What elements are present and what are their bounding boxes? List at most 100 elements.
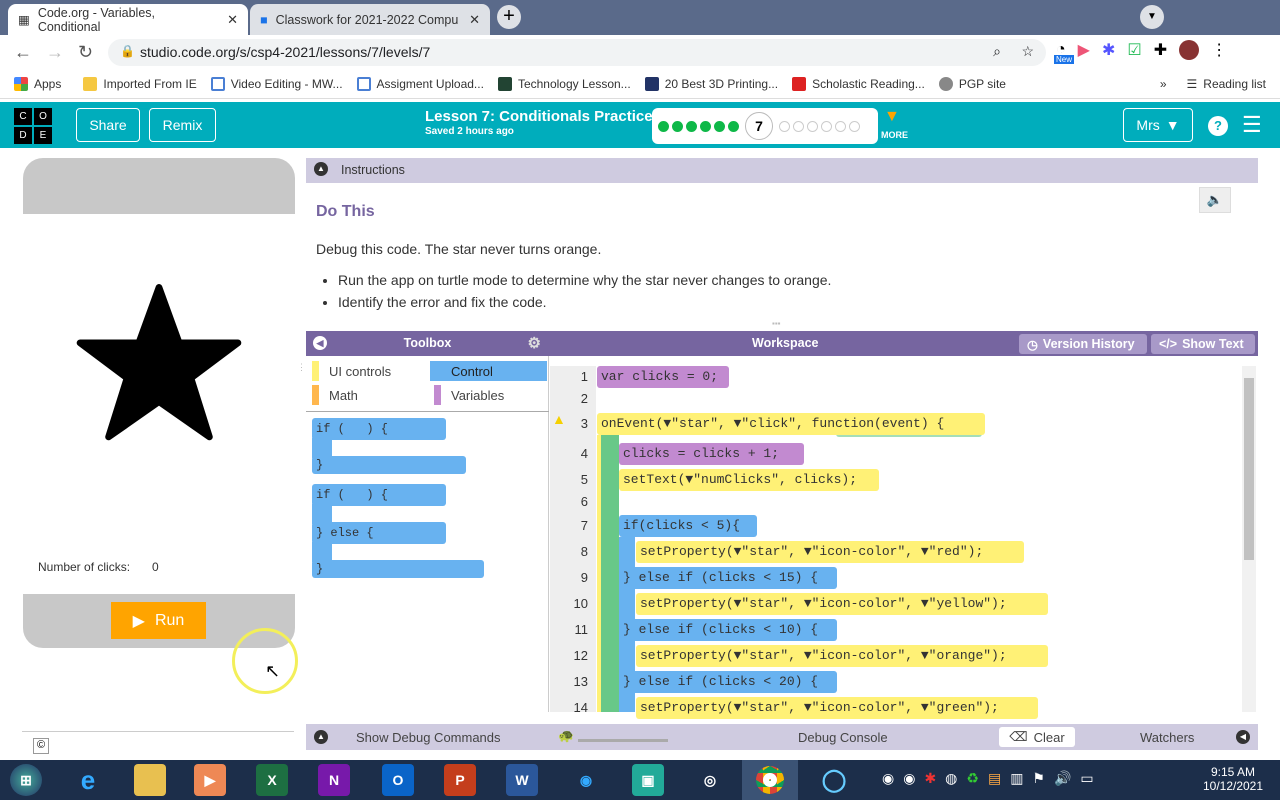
code-org-logo[interactable]: CODE [14, 108, 52, 144]
instructions-header[interactable]: ▲ Instructions [306, 158, 1258, 183]
category-ui-controls[interactable]: UI controls [308, 361, 391, 381]
code-block[interactable]: setProperty(▼"star", ▼"icon-color", ▼"gr… [636, 697, 1038, 719]
user-menu[interactable]: Mrs ▼ [1123, 108, 1193, 142]
close-icon[interactable]: ✕ [469, 12, 480, 28]
tray-icon[interactable]: ◉ [882, 770, 894, 787]
outlook-icon[interactable]: O [382, 764, 414, 796]
collapse-icon[interactable]: ▲ [314, 162, 328, 176]
forward-button[interactable]: → [46, 42, 64, 63]
word-icon[interactable]: W [506, 764, 538, 796]
resize-handle[interactable]: ▪▪▪ [772, 319, 781, 328]
menu-kebab-icon[interactable]: ⋮ [1211, 40, 1227, 60]
bookmark[interactable]: Video Editing - MW... [210, 76, 343, 91]
expand-icon[interactable]: ▲ [314, 730, 328, 744]
help-icon[interactable]: ? [1208, 116, 1228, 136]
tray-icon[interactable]: ✱ [924, 770, 936, 787]
code-block[interactable]: setProperty(▼"star", ▼"icon-color", ▼"ye… [636, 593, 1048, 615]
level-dot[interactable] [686, 120, 697, 132]
category-control[interactable]: Control [430, 361, 547, 381]
category-variables[interactable]: Variables [430, 385, 504, 405]
file-explorer-icon[interactable] [134, 764, 166, 796]
show-text-button[interactable]: </> Show Text [1151, 334, 1255, 354]
level-dot[interactable] [714, 120, 725, 132]
bookmark[interactable]: 20 Best 3D Printing... [644, 76, 778, 91]
back-button[interactable]: ← [14, 42, 32, 63]
level-dot[interactable] [672, 120, 683, 132]
speed-slider[interactable] [578, 739, 668, 742]
chrome-taskbar-button[interactable] [742, 760, 798, 800]
code-block[interactable]: } else if (clicks < 10) { [619, 619, 837, 641]
if-block[interactable]: if ( ) { } [312, 418, 466, 476]
code-block[interactable]: clicks = clicks + 1; [619, 443, 804, 465]
code-block[interactable]: setProperty(▼"star", ▼"icon-color", ▼"re… [636, 541, 1024, 563]
gear-icon[interactable]: ⚙ [528, 334, 541, 352]
version-history-button[interactable]: ◷ Version History [1019, 334, 1147, 354]
reading-list-button[interactable]: ☰ Reading list [1187, 77, 1266, 91]
tray-icon[interactable]: ♻ [966, 770, 979, 787]
tray-icon[interactable]: ◉ [903, 770, 915, 787]
extension-icon[interactable]: ☑ [1127, 40, 1141, 60]
level-dot[interactable] [821, 120, 832, 132]
level-dot[interactable] [700, 120, 711, 132]
network-icon[interactable]: ▭ [1080, 770, 1093, 787]
hamburger-menu-icon[interactable]: ☰ [1242, 112, 1262, 138]
level-dot[interactable] [728, 120, 739, 132]
volume-icon[interactable]: 🔊 [1054, 770, 1071, 787]
new-tab-button[interactable]: + [497, 5, 521, 29]
app-icon[interactable]: ▣ [632, 764, 664, 796]
if-else-block[interactable]: if ( ) { } else { } [312, 484, 484, 578]
bookmark-folder[interactable]: Imported From IE [83, 76, 197, 91]
level-dot[interactable] [658, 120, 669, 132]
level-dot[interactable] [793, 120, 804, 132]
tray-icon[interactable]: ⚑ [1032, 770, 1045, 787]
internet-explorer-icon[interactable]: e [72, 764, 104, 796]
star-icon[interactable] [75, 282, 243, 444]
current-level[interactable]: 7 [745, 112, 773, 140]
code-block[interactable]: setProperty(▼"star", ▼"icon-color", ▼"or… [636, 645, 1048, 667]
bookmark-apps[interactable]: Apps [14, 76, 61, 91]
avatar[interactable] [1179, 40, 1200, 60]
tray-icon[interactable]: ◍ [945, 770, 957, 787]
close-icon[interactable]: ✕ [227, 12, 238, 28]
code-block[interactable]: var clicks = 0; [597, 366, 729, 388]
star-bookmark-icon[interactable]: ☆ [1021, 43, 1034, 60]
code-block[interactable]: } else if (clicks < 15) { [619, 567, 837, 589]
app-icon[interactable]: ◎ [694, 764, 726, 796]
code-block[interactable]: } else if (clicks < 20) { [619, 671, 837, 693]
more-chevron-icon[interactable]: ▼ [884, 108, 900, 126]
run-button[interactable]: ▶ Run [111, 602, 206, 639]
level-dot[interactable] [779, 120, 790, 132]
tab-search-button[interactable]: ▼ [1140, 5, 1164, 29]
bookmark[interactable]: Scholastic Reading... [792, 76, 925, 91]
clock[interactable]: 9:15 AM 10/12/2021 [1198, 765, 1268, 793]
show-debug-commands[interactable]: Show Debug Commands [356, 730, 501, 745]
share-button[interactable]: Share [76, 108, 140, 142]
text-to-speech-icon[interactable]: 🔈 [1199, 187, 1231, 213]
start-button[interactable]: ⊞ [10, 764, 42, 796]
extension-icon[interactable]: ✱ [1102, 40, 1115, 60]
reload-button[interactable]: ↻ [78, 42, 93, 63]
url-input[interactable]: 🔒 studio.code.org/s/csp4-2021/lessons/7/l… [108, 39, 1046, 66]
bookmark[interactable]: PGP site [938, 76, 1006, 91]
tab-classwork[interactable]: ■ Classwork for 2021-2022 Compu ✕ [250, 4, 490, 35]
extension-icon[interactable]: ▶ [1078, 40, 1090, 60]
workspace-scrollbar[interactable] [1242, 366, 1256, 712]
extension-icon[interactable]: ◔ New [1054, 41, 1075, 64]
code-block[interactable]: if(clicks < 5){ [619, 515, 757, 537]
more-button[interactable]: MORE [881, 130, 908, 140]
extensions-puzzle-icon[interactable]: ✚ [1154, 40, 1167, 60]
clear-button[interactable]: ⌫ Clear [999, 727, 1075, 747]
excel-icon[interactable]: X [256, 764, 288, 796]
collapse-toolbox-icon[interactable]: ◀ [313, 336, 327, 350]
remix-button[interactable]: Remix [149, 108, 216, 142]
zoom-icon[interactable]: ⌕ [993, 43, 1001, 60]
copyright-icon[interactable]: © [33, 738, 49, 754]
more-bookmarks-button[interactable]: » [1160, 77, 1167, 91]
app-icon[interactable]: ◯ [818, 764, 850, 796]
watchers-label[interactable]: Watchers [1140, 730, 1194, 745]
tray-icon[interactable]: ▥ [1010, 770, 1023, 787]
code-block[interactable]: onEvent(▼"star", ▼"click", function(even… [597, 413, 985, 435]
media-player-icon[interactable]: ▶ [194, 764, 226, 796]
app-screen[interactable]: Number of clicks: 0 [23, 214, 295, 594]
bookmark[interactable]: Assigment Upload... [356, 76, 484, 91]
